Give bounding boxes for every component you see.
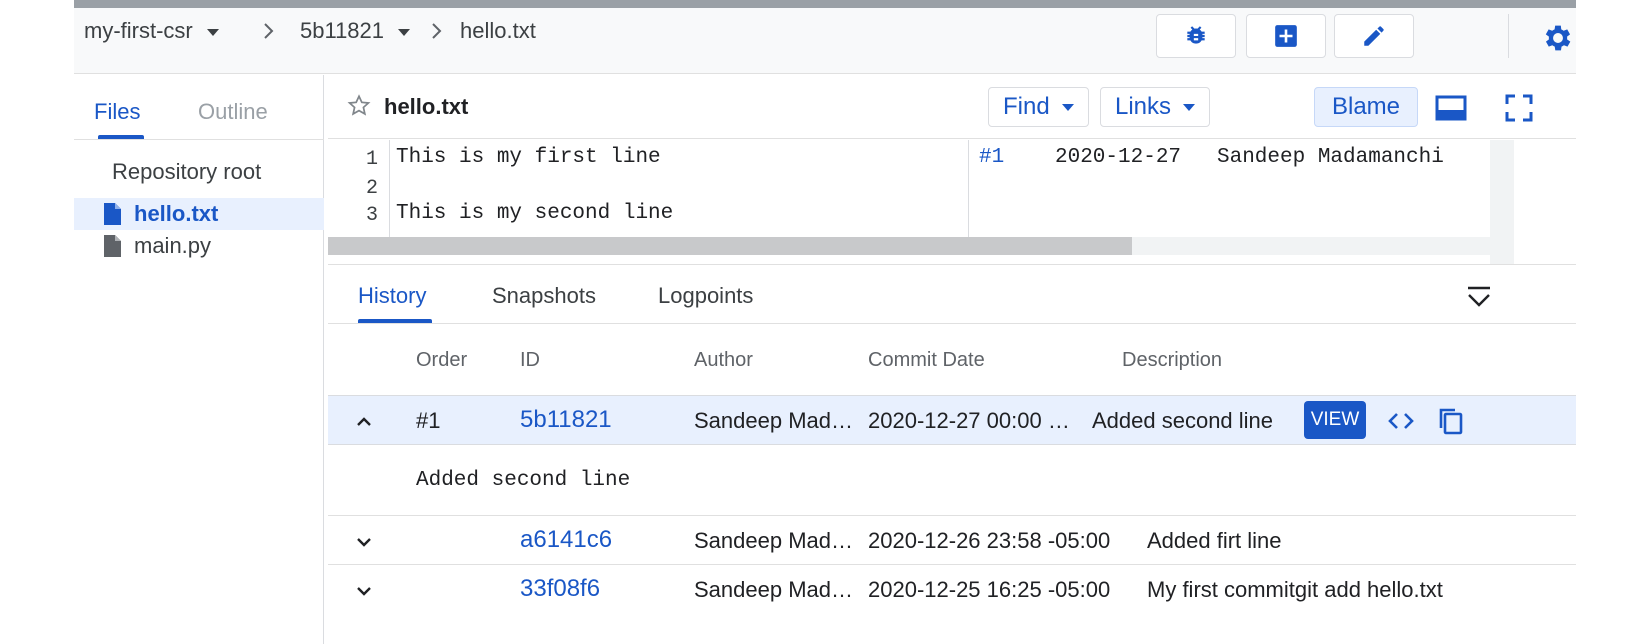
chevron-down-icon[interactable]: [352, 530, 376, 554]
history-row[interactable]: 33f08f6 Sandeep Mad… 2020-12-25 16:25 -0…: [328, 565, 1576, 613]
file-name: main.py: [134, 233, 212, 258]
settings-button[interactable]: [1540, 20, 1576, 56]
history-panel: History Snapshots Logpoints Order ID Aut…: [328, 264, 1576, 644]
commit-date: 2020-12-25 16:25 -05:00: [868, 577, 1111, 602]
breadcrumb-commit[interactable]: 5b11821: [300, 18, 411, 44]
vertical-scrollbar[interactable]: [1490, 140, 1514, 264]
breadcrumb-file-label: hello.txt: [460, 18, 536, 43]
links-dropdown[interactable]: Links: [1100, 87, 1211, 127]
line-number: 3: [365, 204, 378, 227]
add-box-icon: [1275, 25, 1297, 47]
breadcrumb-repo-label: my-first-csr: [84, 18, 193, 43]
tab-logpoints[interactable]: Logpoints: [658, 283, 753, 309]
tab-files[interactable]: Files: [94, 99, 140, 125]
header-bar: my-first-csr 5b11821 hello.txt: [74, 8, 1576, 74]
history-row[interactable]: a6141c6 Sandeep Mad… 2020-12-26 23:58 -0…: [328, 516, 1576, 564]
file-item-hello-txt[interactable]: hello.txt: [74, 198, 324, 230]
debug-button[interactable]: [1156, 14, 1236, 58]
caret-down-icon: [1061, 103, 1074, 111]
commit-description: My first commitgit add hello.txt: [1147, 577, 1443, 602]
column-header-author: Author: [694, 349, 753, 371]
line-number: 2: [365, 177, 378, 200]
code-line: This is my second line: [396, 202, 674, 225]
copy-icon[interactable]: [1436, 406, 1466, 436]
breadcrumb-file: hello.txt: [460, 18, 536, 44]
history-row[interactable]: #1 5b11821 Sandeep Mad… 2020-12-27 00:00…: [328, 395, 1576, 445]
collapse-panel-icon[interactable]: [1464, 283, 1494, 313]
gear-icon: [1545, 25, 1571, 51]
breadcrumb-commit-label: 5b11821: [300, 18, 385, 43]
file-icon: [104, 235, 121, 257]
main-area: hello.txt Find Links Blame 1 2 3 This is…: [328, 75, 1576, 644]
blame-date: 2020-12-27: [1055, 146, 1182, 169]
blame-toggle[interactable]: Blame: [1314, 87, 1418, 127]
star-icon[interactable]: [346, 93, 372, 119]
debug-icon: [1187, 26, 1205, 44]
edit-button[interactable]: [1334, 14, 1414, 58]
top-border: [74, 0, 1576, 8]
chevron-right-icon: [432, 23, 442, 39]
bottom-panel-icon[interactable]: [1434, 91, 1468, 125]
commit-id-link[interactable]: a6141c6: [520, 526, 612, 554]
commit-description: Added second line: [1092, 408, 1274, 433]
fullscreen-icon[interactable]: [1502, 91, 1536, 125]
file-title: hello.txt: [384, 94, 469, 119]
caret-down-icon: [1183, 103, 1196, 111]
find-label: Find: [1003, 93, 1050, 120]
commit-author: Sandeep Mad…: [694, 577, 853, 602]
blame-column: #1 2020-12-27 Sandeep Madamanchi: [968, 140, 1490, 240]
chevron-up-icon[interactable]: [352, 410, 376, 434]
file-toolbar: hello.txt Find Links Blame: [328, 75, 1576, 139]
column-header-id: ID: [520, 349, 540, 371]
chevron-right-icon: [264, 23, 274, 39]
chevron-down-icon[interactable]: [352, 579, 376, 603]
scrollbar-thumb[interactable]: [328, 237, 1132, 255]
commit-description: Added firt line: [1147, 528, 1282, 553]
code-icon[interactable]: [1386, 406, 1416, 436]
commit-date: 2020-12-27 00:00 …: [868, 408, 1070, 433]
file-icon: [104, 203, 121, 225]
blame-order-link[interactable]: #1: [979, 146, 1004, 169]
file-name: hello.txt: [134, 201, 219, 226]
column-header-description: Description: [1122, 349, 1223, 371]
commit-message: Added second line: [416, 469, 631, 492]
divider: [74, 139, 324, 140]
horizontal-scrollbar[interactable]: [328, 237, 1490, 255]
file-sidebar: Files Outline Repository root hello.txt …: [74, 75, 324, 644]
code-viewer: 1 2 3 This is my first line This is my s…: [328, 140, 1576, 264]
source-browser: my-first-csr 5b11821 hello.txt Files Out…: [74, 0, 1576, 644]
code-line: This is my first line: [396, 146, 661, 169]
commit-author: Sandeep Mad…: [694, 408, 853, 433]
caret-down-icon: [206, 28, 219, 36]
column-header-commit-date: Commit Date: [868, 349, 985, 371]
edit-icon: [1364, 26, 1384, 46]
repository-root-link[interactable]: Repository root: [112, 159, 261, 185]
breadcrumb-repo[interactable]: my-first-csr: [84, 18, 219, 44]
caret-down-icon: [398, 28, 411, 36]
commit-date: 2020-12-26 23:58 -05:00: [868, 528, 1111, 553]
blame-author: Sandeep Madamanchi: [1217, 146, 1444, 169]
line-number: 1: [365, 148, 378, 171]
tab-history[interactable]: History: [358, 283, 426, 309]
header-divider: [1508, 14, 1509, 58]
add-file-button[interactable]: [1246, 14, 1326, 58]
view-button[interactable]: VIEW: [1304, 401, 1366, 439]
commit-author: Sandeep Mad…: [694, 528, 853, 553]
links-label: Links: [1115, 93, 1172, 120]
tab-outline[interactable]: Outline: [198, 99, 268, 125]
commit-id-link[interactable]: 33f08f6: [520, 575, 600, 603]
commit-order: #1: [416, 408, 441, 433]
divider: [328, 323, 1576, 324]
commit-id-link[interactable]: 5b11821: [520, 406, 612, 434]
find-dropdown[interactable]: Find: [988, 87, 1089, 127]
file-item-main-py[interactable]: main.py: [74, 230, 324, 262]
tab-snapshots[interactable]: Snapshots: [492, 283, 596, 309]
column-header-order: Order: [416, 349, 468, 371]
